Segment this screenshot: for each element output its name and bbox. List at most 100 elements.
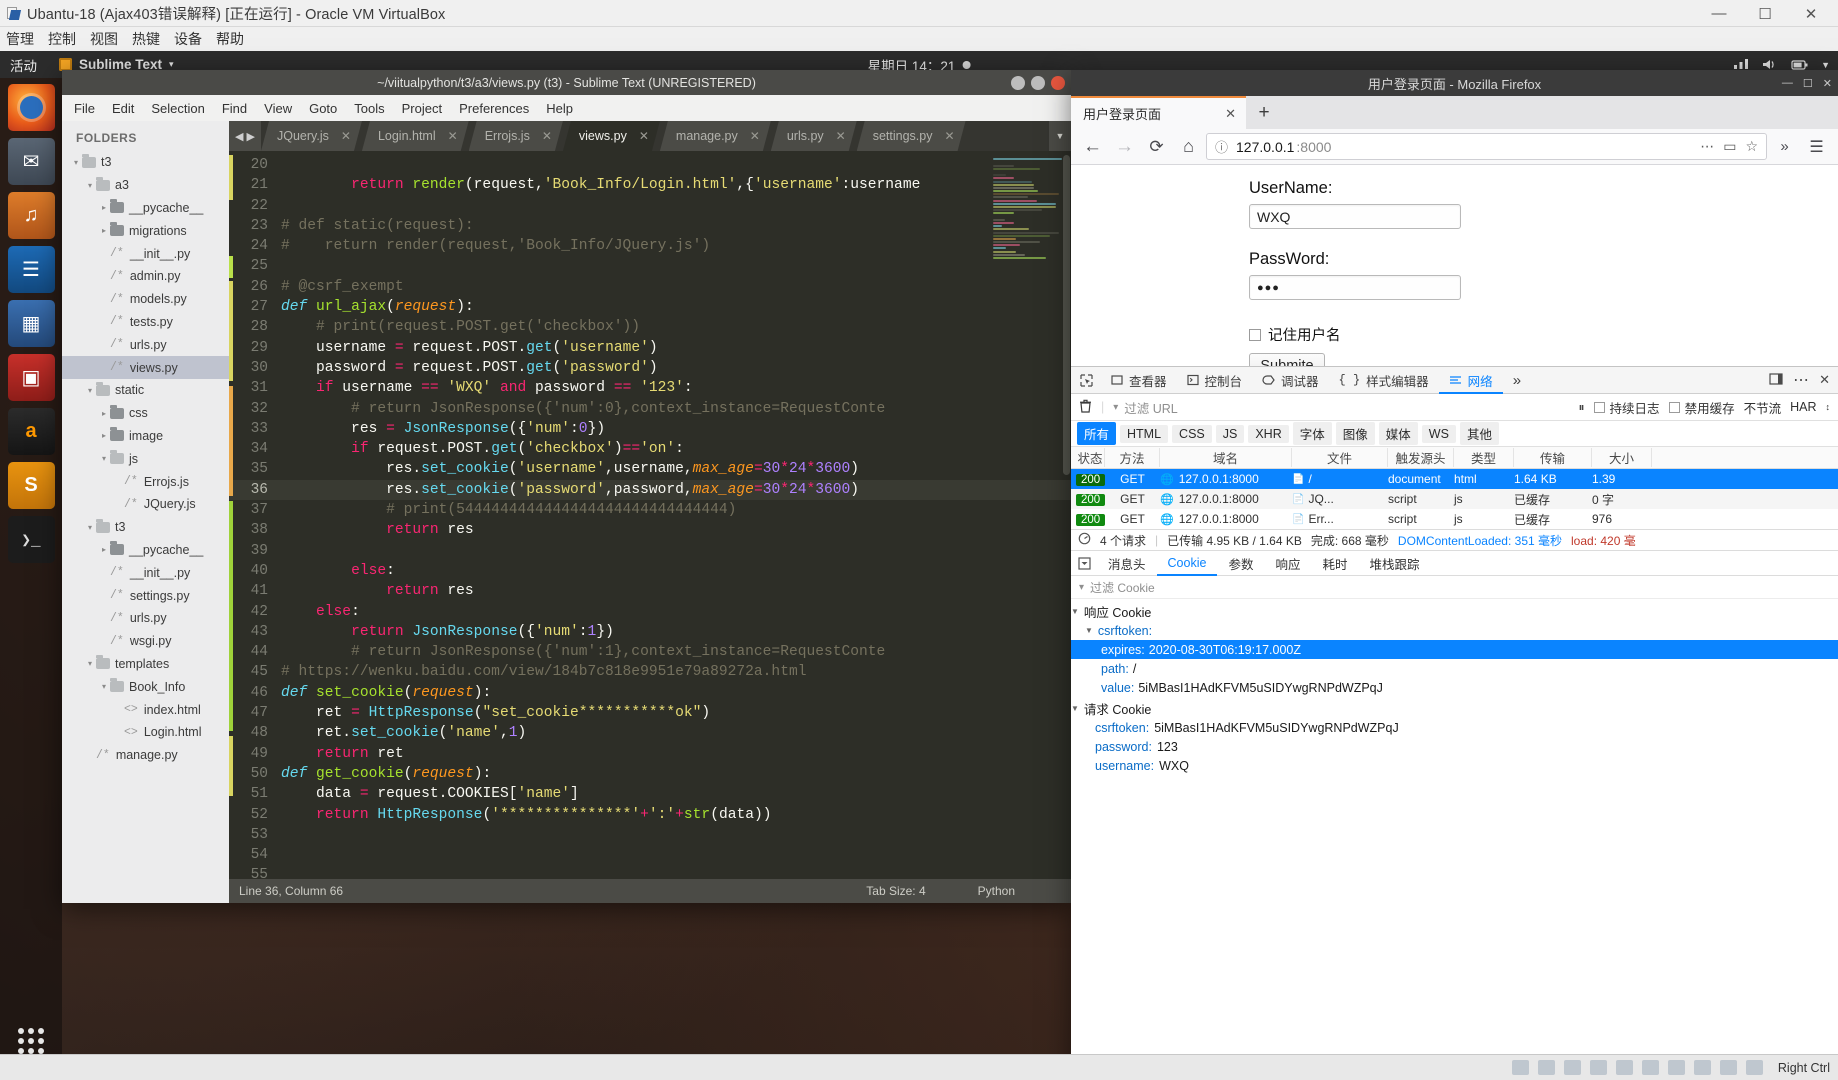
tree-item[interactable]: /* JQuery.js xyxy=(62,493,229,516)
detail-tab-cookies[interactable]: Cookie xyxy=(1157,551,1218,576)
menu-find[interactable]: Find xyxy=(222,101,247,116)
menu-view[interactable]: 视图 xyxy=(90,29,118,49)
detail-tab-stacktrace[interactable]: 堆栈跟踪 xyxy=(1358,551,1430,576)
menu-help[interactable]: Help xyxy=(546,101,573,116)
close-icon[interactable] xyxy=(1051,75,1065,90)
close-icon[interactable]: ✕ xyxy=(542,129,552,143)
tree-item[interactable]: ▸ __pycache__ xyxy=(62,197,229,220)
element-picker-icon[interactable] xyxy=(1071,367,1101,394)
minimize-icon[interactable]: — xyxy=(1782,77,1793,89)
chevron-right-icon[interactable]: ▸ xyxy=(98,431,110,440)
chevron-right-icon[interactable]: ▸ xyxy=(98,545,110,554)
chevron-down-icon[interactable]: ↕ xyxy=(1826,402,1831,412)
tab-scroll-buttons[interactable]: ◀ ▶ xyxy=(229,121,261,151)
editor-tab[interactable]: Errojs.js ✕ xyxy=(469,121,563,151)
type-filter-HTML[interactable]: HTML xyxy=(1120,424,1169,443)
dock-item-libreoffice-impress[interactable]: ▣ xyxy=(7,354,55,401)
pause-icon[interactable]: ⏸ xyxy=(1579,400,1585,415)
dock-item-thunderbird[interactable]: ✉ xyxy=(7,138,55,185)
minimize-icon[interactable]: — xyxy=(1696,0,1742,27)
battery-icon[interactable] xyxy=(1791,59,1808,71)
tree-item[interactable]: /* views.py xyxy=(62,356,229,379)
tree-item[interactable]: /* __init__.py xyxy=(62,242,229,265)
url-filter-input[interactable]: ▾ 过滤 URL xyxy=(1113,398,1569,417)
browser-tab-login-page[interactable]: 用户登录页面 ✕ xyxy=(1071,96,1246,129)
chevron-down-icon[interactable]: ▾ xyxy=(84,523,96,532)
close-icon[interactable]: ✕ xyxy=(750,129,760,143)
tree-item[interactable]: ▾ Book_Info xyxy=(62,675,229,698)
devtools-tab-overflow[interactable]: » xyxy=(1503,367,1531,394)
chevron-right-icon[interactable]: ▶ xyxy=(247,130,255,143)
devtools-close-icon[interactable]: ✕ xyxy=(1819,372,1830,388)
chevron-down-icon[interactable]: ▼ xyxy=(1071,607,1079,616)
column-header-cause[interactable]: 触发源头 xyxy=(1388,448,1454,467)
tree-item[interactable]: ▸ __pycache__ xyxy=(62,539,229,562)
type-filter-字体[interactable]: 字体 xyxy=(1292,422,1332,445)
cookie-csrftoken-node[interactable]: ▼ csrftoken: xyxy=(1071,621,1838,640)
tree-item[interactable]: ▸ image xyxy=(62,425,229,448)
menu-selection[interactable]: Selection xyxy=(151,101,204,116)
close-icon[interactable]: ✕ xyxy=(1823,77,1832,90)
checkbox-icon[interactable] xyxy=(1249,328,1261,341)
tree-item[interactable]: ▾ js xyxy=(62,447,229,470)
type-filter-图像[interactable]: 图像 xyxy=(1335,422,1375,445)
devtools-tab-inspector[interactable]: 查看器 xyxy=(1101,367,1177,394)
performance-icon[interactable] xyxy=(1078,532,1091,548)
tab-overflow-icon[interactable]: ▼ xyxy=(1049,121,1071,151)
bookmark-star-icon[interactable]: ☆ xyxy=(1745,138,1758,155)
new-tab-button[interactable]: + xyxy=(1246,96,1282,129)
dock-item-firefox[interactable] xyxy=(7,84,55,131)
reload-icon[interactable]: ⟳ xyxy=(1142,132,1171,161)
username-input[interactable]: WXQ xyxy=(1249,204,1461,229)
column-header-domain[interactable]: 域名 xyxy=(1160,448,1292,467)
chevron-down-icon[interactable]: ▼ xyxy=(1085,626,1093,635)
devtools-tab-style-editor[interactable]: { } 样式编辑器 xyxy=(1329,367,1439,394)
close-icon[interactable]: ✕ xyxy=(341,129,351,143)
devtools-tab-network[interactable]: 网络 xyxy=(1439,367,1503,394)
tree-item[interactable]: <> Login.html xyxy=(62,721,229,744)
code-content[interactable]: return render(request,'Book_Info/Login.h… xyxy=(277,151,1071,879)
clear-requests-icon[interactable] xyxy=(1079,399,1092,416)
close-icon[interactable]: ✕ xyxy=(1225,106,1236,122)
chevron-down-icon[interactable]: ▾ xyxy=(84,181,96,190)
menu-goto[interactable]: Goto xyxy=(309,101,337,116)
cookie-field[interactable]: path: / xyxy=(1071,659,1838,678)
editor-tab[interactable]: Login.html ✕ xyxy=(362,121,469,151)
menu-manage[interactable]: 管理 xyxy=(6,29,34,49)
editor-tab[interactable]: urls.py ✕ xyxy=(771,121,857,151)
dock-item-amazon[interactable]: a xyxy=(7,408,55,455)
cookie-field[interactable]: password: 123 xyxy=(1071,737,1838,756)
tree-item[interactable]: /* settings.py xyxy=(62,584,229,607)
response-cookies-group[interactable]: ▼ 响应 Cookie xyxy=(1071,602,1838,621)
disable-cache-checkbox[interactable]: 禁用缓存 xyxy=(1668,398,1735,417)
tree-item[interactable]: ▾ a3 xyxy=(62,174,229,197)
chevron-right-icon[interactable]: ▸ xyxy=(98,226,110,235)
close-icon[interactable]: ✕ xyxy=(448,129,458,143)
menu-devices[interactable]: 设备 xyxy=(174,29,202,49)
column-header-file[interactable]: 文件 xyxy=(1292,448,1388,467)
tree-item[interactable]: /* models.py xyxy=(62,288,229,311)
checkbox-icon[interactable] xyxy=(1593,401,1605,413)
tree-item[interactable]: /* urls.py xyxy=(62,333,229,356)
type-filter-媒体[interactable]: 媒体 xyxy=(1378,422,1418,445)
column-header-size[interactable]: 大小 xyxy=(1592,448,1652,467)
tree-item[interactable]: ▾ templates xyxy=(62,653,229,676)
editor-scrollbar[interactable] xyxy=(1062,151,1071,879)
address-bar[interactable]: ⓘ 127.0.0.1 :8000 ⋯ ▭ ☆ xyxy=(1206,133,1767,160)
chevron-down-icon[interactable]: ▾ xyxy=(84,386,96,395)
home-icon[interactable]: ⌂ xyxy=(1174,132,1203,161)
column-header-method[interactable]: 方法 xyxy=(1105,448,1160,467)
cookie-field[interactable]: expires: 2020-08-30T06:19:17.000Z xyxy=(1071,640,1838,659)
tree-item[interactable]: ▸ css xyxy=(62,402,229,425)
column-header-transfer[interactable]: 传输 xyxy=(1514,448,1592,467)
chevron-down-icon[interactable]: ▾ xyxy=(70,158,82,167)
dock-position-icon[interactable] xyxy=(1769,372,1783,388)
chevron-right-icon[interactable]: ▸ xyxy=(98,409,110,418)
chevron-down-icon[interactable]: ▼ xyxy=(1071,704,1079,713)
persist-logs-checkbox[interactable]: 持续日志 xyxy=(1593,398,1660,417)
menu-preferences[interactable]: Preferences xyxy=(459,101,529,116)
dock-item-libreoffice-calc[interactable]: ▦ xyxy=(7,300,55,347)
tree-item[interactable]: ▾ t3 xyxy=(62,516,229,539)
dock-item-libreoffice-writer[interactable]: ☰ xyxy=(7,246,55,293)
chevron-left-icon[interactable]: ◀ xyxy=(235,130,243,143)
